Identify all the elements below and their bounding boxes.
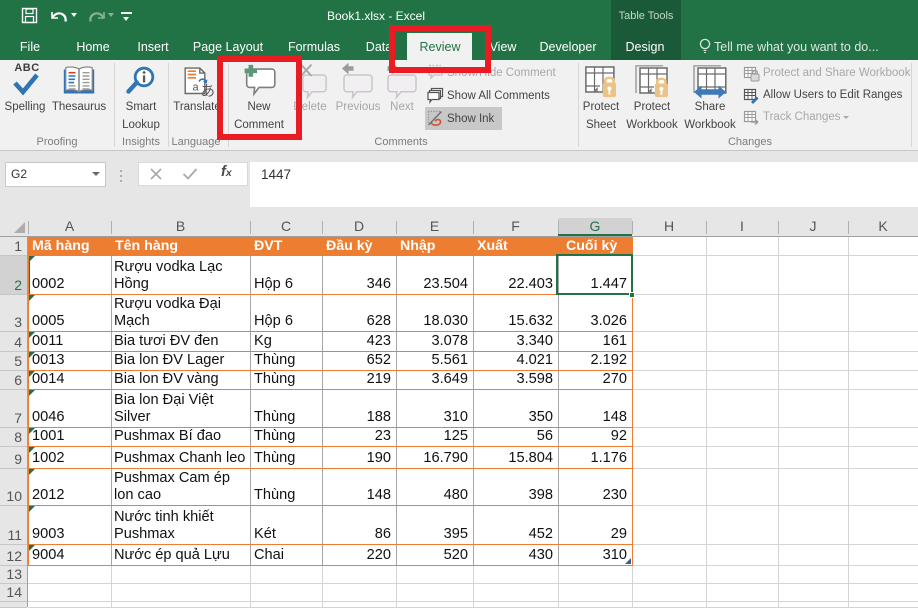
svg-text:a: a: [193, 82, 200, 94]
svg-text:あ: あ: [201, 83, 216, 99]
